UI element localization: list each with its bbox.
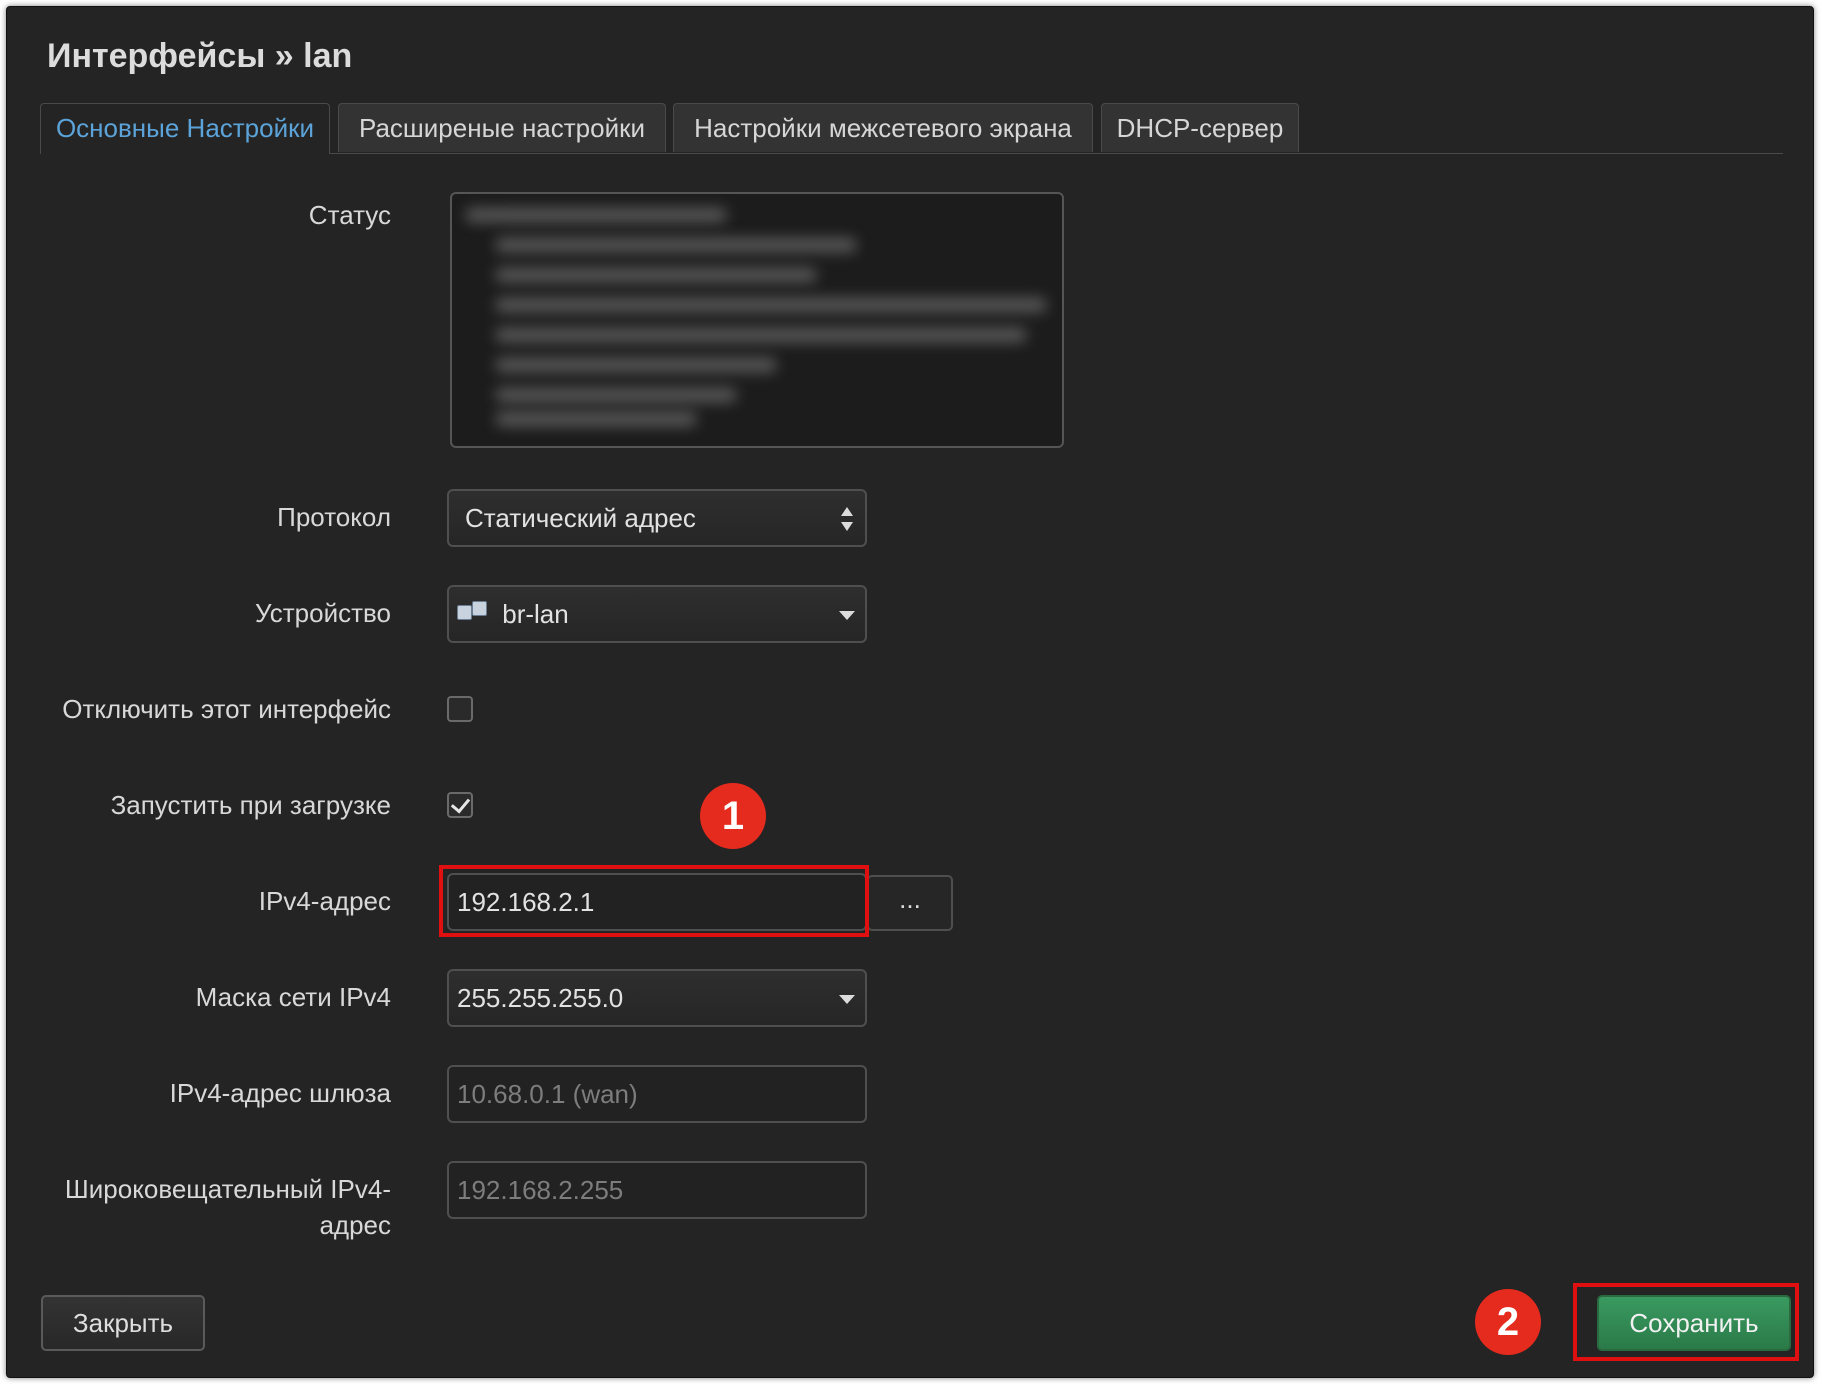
- tab-dhcp-server[interactable]: DHCP-сервер: [1101, 103, 1299, 152]
- ipv4-gateway-input[interactable]: 10.68.0.1 (wan): [447, 1065, 867, 1123]
- device-value: br-lan: [502, 599, 569, 629]
- ipv4-address-highlight: [439, 865, 869, 937]
- protocol-select[interactable]: Статический адрес: [447, 489, 867, 547]
- dialog-title: Интерфейсы » lan: [47, 37, 353, 75]
- chevron-down-icon: [839, 995, 855, 1004]
- checkmark-icon: [450, 793, 471, 814]
- autostart-label: Запустить при загрузке: [110, 790, 391, 820]
- ipv4-netmask-value: 255.255.255.0: [457, 983, 624, 1013]
- disable-interface-checkbox[interactable]: [447, 696, 473, 722]
- ipv4-netmask-label: Маска сети IPv4: [195, 982, 391, 1012]
- tab-advanced-settings[interactable]: Расширеные настройки: [338, 103, 666, 152]
- protocol-label: Протокол: [277, 502, 391, 532]
- ipv4-address-label: IPv4-адрес: [258, 886, 391, 916]
- tab-bar: Основные Настройки Расширеные настройки …: [40, 97, 1783, 154]
- status-label: Статус: [308, 200, 391, 230]
- ipv4-broadcast-label-line1: Широковещательный IPv4-: [64, 1174, 391, 1204]
- step-2-badge: 2: [1475, 1289, 1541, 1355]
- ipv4-broadcast-label: Широковещательный IPv4- адрес: [65, 1171, 391, 1243]
- ipv4-broadcast-input[interactable]: 192.168.2.255: [447, 1161, 867, 1219]
- ipv4-broadcast-label-line2: адрес: [319, 1210, 391, 1240]
- disable-interface-label: Отключить этот интерфейс: [62, 694, 391, 724]
- interface-dialog: Интерфейсы » lan Основные Настройки Расш…: [6, 6, 1814, 1378]
- up-down-arrows-icon: [841, 507, 853, 531]
- network-bridge-icon: [457, 601, 489, 625]
- ipv4-address-more-button[interactable]: ...: [867, 875, 953, 931]
- ipv4-gateway-label: IPv4-адрес шлюза: [169, 1078, 391, 1108]
- device-label: Устройство: [254, 598, 391, 628]
- step-1-badge: 1: [700, 783, 766, 849]
- autostart-checkbox[interactable]: [447, 792, 473, 818]
- tab-firewall-settings[interactable]: Настройки межсетевого экрана: [673, 103, 1093, 152]
- chevron-down-icon: [839, 611, 855, 620]
- device-select[interactable]: br-lan: [447, 585, 867, 643]
- tab-general-settings[interactable]: Основные Настройки: [40, 103, 330, 154]
- close-button[interactable]: Закрыть: [41, 1295, 205, 1351]
- status-panel: [450, 192, 1064, 448]
- ipv4-netmask-select[interactable]: 255.255.255.0: [447, 969, 867, 1027]
- save-button-highlight: [1573, 1283, 1799, 1361]
- protocol-value: Статический адрес: [465, 503, 696, 533]
